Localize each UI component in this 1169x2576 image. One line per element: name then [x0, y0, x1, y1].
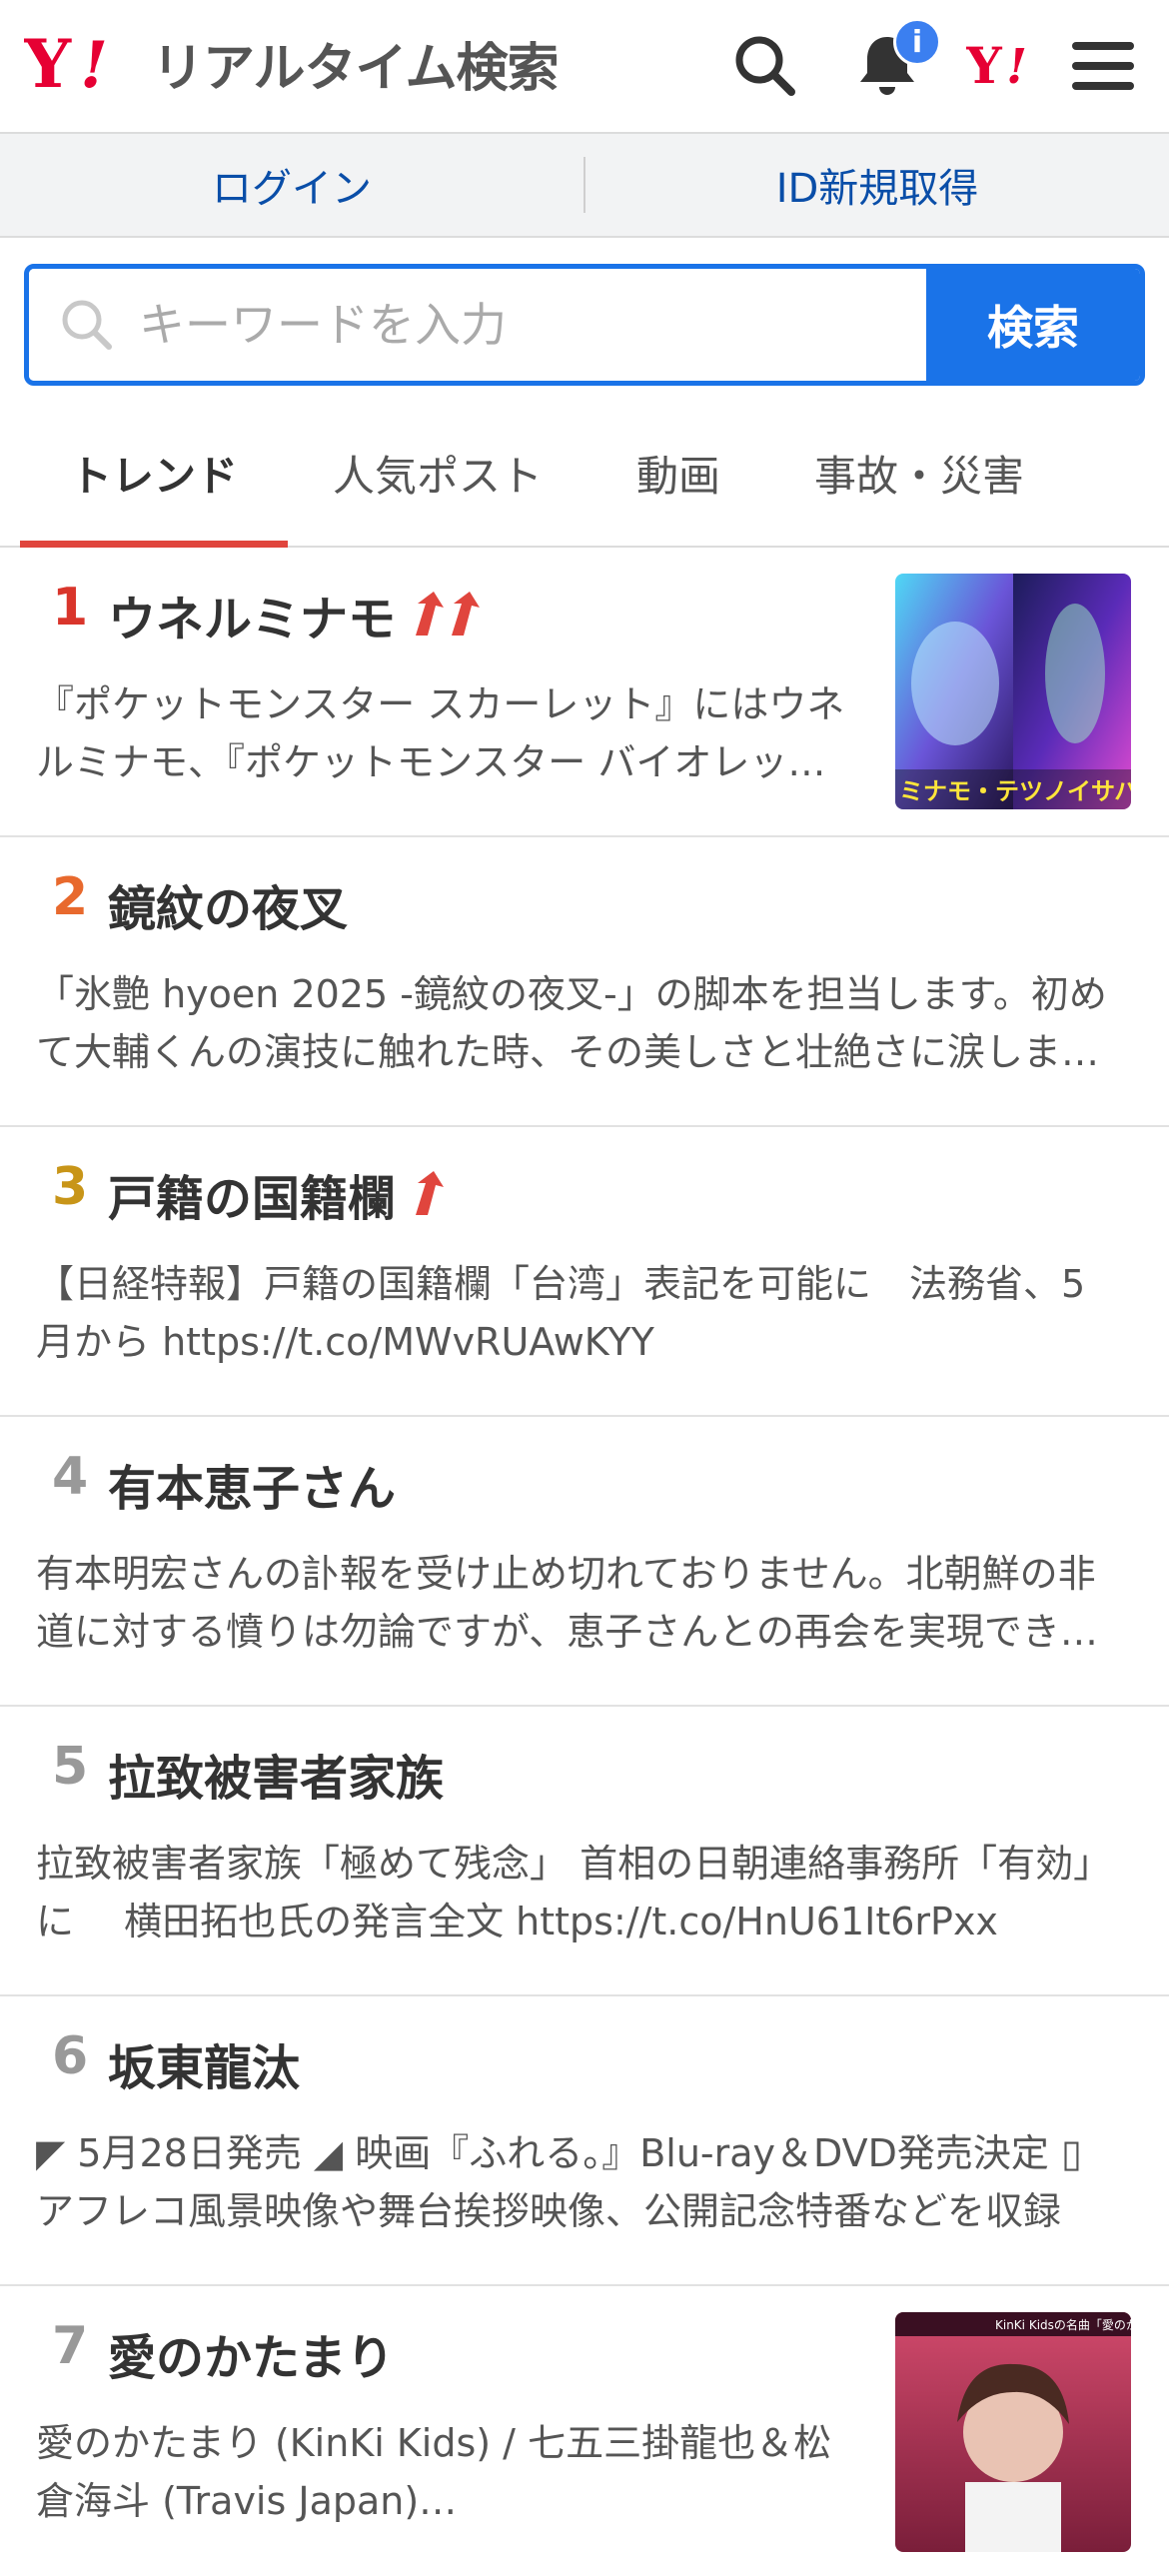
- search-field: [29, 269, 926, 381]
- search-button[interactable]: 検索: [926, 269, 1140, 381]
- app-header: Y ! リアルタイム検索 i Y !: [0, 0, 1169, 134]
- search-icon[interactable]: [727, 28, 803, 104]
- magnifier-icon: [62, 300, 112, 350]
- trend-item[interactable]: 5 拉致被害者家族 拉致被害者家族「極めて残念」 首相の日朝連絡事務所「有効」に…: [0, 1707, 1169, 1996]
- rank-number: 5: [52, 1737, 89, 1797]
- trend-title-text: 戸籍の国籍欄: [108, 1171, 397, 1227]
- tab-accidents-disasters[interactable]: 事故・災害: [769, 400, 1069, 546]
- login-bar: ログイン ID新規取得: [0, 134, 1169, 238]
- trend-item[interactable]: 6 坂東龍汰 ◤ 5月28日発売 ◢ 映画『ふれる。』Blu-ray＆DVD発売…: [0, 1996, 1169, 2286]
- svg-text:!: !: [80, 31, 108, 95]
- trend-thumbnail: ミナモ・テツノイサハ: [895, 574, 1131, 809]
- trend-title-text: 坂東龍汰: [108, 2040, 301, 2096]
- tab-videos[interactable]: 動画: [587, 400, 769, 546]
- svg-text:Y: Y: [966, 41, 1003, 91]
- trend-description: ◤ 5月28日発売 ◢ 映画『ふれる。』Blu-ray＆DVD発売決定 ▯アフレ…: [36, 2124, 1115, 2240]
- trend-list: 1 ウネルミナモ 『ポケットモンスター スカーレット』にはウネルミナモ、『ポケッ…: [0, 548, 1169, 2576]
- trend-item[interactable]: 7 愛のかたまり 愛のかたまり (KinKi Kids) / 七五三掛龍也＆松倉…: [0, 2286, 1169, 2576]
- signup-link[interactable]: ID新規取得: [585, 156, 1169, 214]
- trend-title-text: 有本恵子さん: [108, 1461, 397, 1517]
- login-link[interactable]: ログイン: [0, 156, 584, 214]
- yahoo-y-logo-icon: Y !: [24, 31, 108, 95]
- rank-number: 6: [52, 2026, 89, 2086]
- trend-item[interactable]: 3 戸籍の国籍欄 【日経特報】戸籍の国籍欄「台湾」表記を可能に 法務省、5月から…: [0, 1127, 1169, 1417]
- trend-description-text: ◤ 5月28日発売 ◢ 映画『ふれる。』Blu-ray＆DVD発売決定 ▯アフレ…: [36, 2131, 1082, 2233]
- thumbnail-caption: ミナモ・テツノイサハ: [899, 777, 1131, 805]
- tab-bar: トレンド 人気ポスト 動画 事故・災害: [0, 400, 1169, 548]
- trend-title: ウネルミナモ: [108, 580, 492, 649]
- trend-description-text: 【日経特報】戸籍の国籍欄「台湾」表記を可能に 法務省、5月から https://…: [36, 1262, 1086, 1364]
- trend-description: 拉致被害者家族「極めて残念」 首相の日朝連絡事務所「有効」に 横田拓也氏の発言全…: [36, 1835, 1115, 1950]
- rank-number: 4: [52, 1447, 89, 1507]
- trend-title: 拉致被害者家族: [108, 1739, 444, 1809]
- trend-title-text: 愛のかたまり: [108, 2330, 395, 2386]
- svg-text:!: !: [1006, 41, 1027, 91]
- trend-title: 坂東龍汰: [108, 2028, 300, 2098]
- tab-trend[interactable]: トレンド: [20, 400, 288, 548]
- trend-item[interactable]: 2 鏡紋の夜叉 「氷艶 hyoen 2025 -鏡紋の夜叉-」の脚本を担当します…: [0, 837, 1169, 1127]
- trend-item[interactable]: 1 ウネルミナモ 『ポケットモンスター スカーレット』にはウネルミナモ、『ポケッ…: [0, 548, 1169, 837]
- hamburger-menu-icon[interactable]: [1065, 28, 1141, 104]
- trend-title-text: 拉致被害者家族: [108, 1751, 445, 1807]
- search-input[interactable]: [137, 297, 840, 353]
- svg-text:Y: Y: [24, 31, 72, 95]
- rank-number: 2: [52, 867, 89, 927]
- trend-description: 有本明宏さんの訃報を受け止め切れておりません。北朝鮮の非道に対する憤りは勿論です…: [36, 1545, 1115, 1661]
- trend-title: 鏡紋の夜叉: [108, 869, 348, 939]
- search-form: 検索: [24, 264, 1145, 386]
- trend-title: 有本恵子さん: [108, 1449, 396, 1519]
- trend-title-text: 鏡紋の夜叉: [108, 881, 349, 937]
- trend-title: 戸籍の国籍欄: [108, 1159, 452, 1229]
- trend-description-text: 有本明宏さんの訃報を受け止め切れておりません。北朝鮮の非道に対する憤りは勿論です…: [36, 1552, 1098, 1654]
- trend-description: 「氷艶 hyoen 2025 -鏡紋の夜叉-」の脚本を担当します。初めて大輔くん…: [36, 965, 1115, 1081]
- rank-number: 7: [52, 2316, 89, 2376]
- trend-title: 愛のかたまり: [108, 2318, 395, 2388]
- yahoo-realtime-logo[interactable]: Y ! リアルタイム検索: [24, 28, 559, 99]
- trend-thumbnail: KinKi Kidsの名曲「愛のかたまり」: [895, 2312, 1131, 2552]
- trend-description-text: 『ポケットモンスター スカーレット』にはウネルミナモ、『ポケットモンスター バイ…: [36, 682, 845, 784]
- rank-number: 3: [52, 1157, 89, 1217]
- logo-text: リアルタイム検索: [152, 38, 559, 99]
- rank-number: 1: [52, 578, 89, 638]
- thumbnail-caption: KinKi Kidsの名曲「愛のかたまり」: [995, 2317, 1131, 2332]
- up-arrow-icon: [412, 1171, 452, 1217]
- trend-description: 愛のかたまり (KinKi Kids) / 七五三掛龍也＆松倉海斗 (Travi…: [36, 2414, 855, 2530]
- up-arrow-double-icon: [412, 592, 492, 638]
- trend-description: 『ポケットモンスター スカーレット』にはウネルミナモ、『ポケットモンスター バイ…: [36, 675, 855, 791]
- trend-title-text: ウネルミナモ: [108, 592, 397, 647]
- notification-badge: i: [893, 18, 941, 66]
- yahoo-logo-icon[interactable]: Y !: [964, 28, 1044, 104]
- trend-item[interactable]: 4 有本恵子さん 有本明宏さんの訃報を受け止め切れておりません。北朝鮮の非道に対…: [0, 1417, 1169, 1707]
- trend-description-text: 「氷艶 hyoen 2025 -鏡紋の夜叉-」の脚本を担当します。初めて大輔くん…: [36, 972, 1107, 1074]
- trend-description-text: 愛のかたまり (KinKi Kids) / 七五三掛龍也＆松倉海斗 (Travi…: [36, 2421, 832, 2523]
- trend-description-text: 拉致被害者家族「極めて残念」 首相の日朝連絡事務所「有効」に 横田拓也氏の発言全…: [36, 1842, 1112, 1943]
- bell-icon[interactable]: i: [849, 18, 941, 104]
- trend-description: 【日経特報】戸籍の国籍欄「台湾」表記を可能に 法務省、5月から https://…: [36, 1255, 1115, 1371]
- tab-popular-posts[interactable]: 人気ポスト: [288, 400, 587, 546]
